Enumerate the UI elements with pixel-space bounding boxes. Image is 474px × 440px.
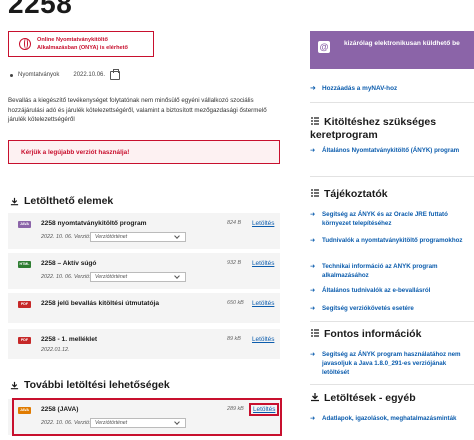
chevron-down-icon xyxy=(174,273,180,279)
sidebar-section-important: Fontos információk xyxy=(310,328,421,341)
sidebar-section-title: Tájékoztatók xyxy=(324,188,388,200)
download-icon xyxy=(310,392,320,402)
bullet-icon xyxy=(10,73,13,77)
sidebar-section-title: Letöltések - egyéb xyxy=(324,392,416,404)
downloads-title: Letölthető elemek xyxy=(24,195,114,207)
file-size: 89 kB xyxy=(227,336,241,342)
add-to-mynav-link[interactable]: ➜ Hozzáadás a myNAV-hoz xyxy=(310,73,474,103)
arrow-right-icon: ➜ xyxy=(310,263,316,270)
file-size: 650 kB xyxy=(227,300,244,306)
arrow-right-icon: ➜ xyxy=(310,287,316,294)
sidebar-section-title: Fontos információk xyxy=(324,328,422,340)
file-date: 2022.01.12. xyxy=(41,347,70,353)
divider xyxy=(310,176,474,177)
sidebar-link[interactable]: ➜ Segítség az ÁNYK program használatához… xyxy=(310,350,474,377)
arrow-right-icon: ➜ xyxy=(310,147,316,154)
download-icon xyxy=(10,381,19,389)
file-size: 824 B xyxy=(227,220,242,226)
sidebar-link[interactable]: ➜ Általános Nyomtatványkitöltő (ÁNYK) pr… xyxy=(310,146,474,164)
chevron-down-icon xyxy=(174,233,180,239)
file-type-badge: PDF xyxy=(18,301,31,308)
download-row: PDF 2258 - 1. melléklet 2022.01.12. 89 k… xyxy=(8,329,280,359)
sidebar-section-other-downloads: Letöltések - egyéb xyxy=(310,392,416,405)
sidebar-link[interactable]: ➜ Általános tudnivalók az e-bevallásról xyxy=(310,286,474,295)
download-row: JAVA 2258 nyomtatványkitöltő program 202… xyxy=(8,213,280,249)
sidebar-link[interactable]: ➜ Tudnivalók a nyomtatványkitöltő progra… xyxy=(310,236,474,254)
sidebar-section-title: Kitöltéshez szükséges keretprogram xyxy=(310,116,437,141)
arrow-right-icon: ➜ xyxy=(310,237,316,244)
sidebar-section-info: Tájékoztatók xyxy=(310,188,388,201)
sidebar-link-text: Segítség az ÁNYK program használatához n… xyxy=(322,351,461,376)
sidebar-link[interactable]: ➜ Technikai információ az ANYK program a… xyxy=(310,262,474,280)
arrow-right-icon: ➜ xyxy=(310,211,316,218)
file-type-badge: HTML xyxy=(18,261,31,268)
more-downloads-heading: További letöltési lehetőségek xyxy=(10,379,170,391)
file-type-badge: JAVA xyxy=(18,221,31,228)
download-icon xyxy=(10,197,19,205)
file-name: 2258 jelű bevallás kitöltési útmutatója xyxy=(41,300,159,307)
sidebar-link-text: Adatlapok, igazolások, meghatalmazásmint… xyxy=(322,415,457,422)
mynav-link-text: Hozzáadás a myNAV-hoz xyxy=(322,85,398,92)
list-check-icon xyxy=(310,116,320,126)
arrow-right-icon: ➜ xyxy=(310,85,316,92)
arrow-right-icon: ➜ xyxy=(310,305,316,312)
info-icon xyxy=(310,328,320,338)
globe-icon xyxy=(19,38,31,50)
divider xyxy=(310,321,474,322)
onya-notice-text: Online Nyomtatványkitöltő Alkalmazásban … xyxy=(37,37,128,51)
print-icon[interactable] xyxy=(110,69,120,80)
warning-box: Kérjük a legújabb verziót használja! xyxy=(8,140,280,164)
file-type-badge: PDF xyxy=(18,337,31,344)
download-link[interactable]: Letöltés xyxy=(252,260,274,267)
sidebar-link-text: Segítség verziókövetés esetére xyxy=(322,305,414,312)
divider xyxy=(310,384,474,385)
more-downloads-title: További letöltési lehetőségek xyxy=(24,379,170,391)
version-history-label: Verziótörténet xyxy=(95,234,128,240)
meta-category: Nyomtatványok xyxy=(18,72,60,78)
file-name: 2258 – Aktív súgó xyxy=(41,260,97,267)
version-history-label: Verziótörténet xyxy=(95,274,128,280)
meta-line: Nyomtatványok 2022.10.06. xyxy=(10,72,105,78)
at-sign-icon: @ xyxy=(318,41,330,53)
download-row: PDF 2258 jelű bevallás kitöltési útmutat… xyxy=(8,293,280,323)
sidebar-link-text: Tudnivalók a nyomtatványkitöltő programo… xyxy=(322,237,463,244)
download-link[interactable]: Letöltés xyxy=(252,336,274,343)
sidebar-link-text: Általános tudnivalók az e-bevallásról xyxy=(322,287,431,294)
highlight-frame xyxy=(12,398,282,436)
version-history-dropdown[interactable]: Verziótörténet xyxy=(90,272,186,282)
meta-date: 2022.10.06. xyxy=(73,72,106,78)
info-icon xyxy=(310,188,320,198)
warning-text: Kérjük a legújabb verziót használja! xyxy=(21,149,130,156)
page-title: 2258 xyxy=(8,0,73,19)
download-link[interactable]: Letöltés xyxy=(252,300,274,307)
arrow-right-icon: ➜ xyxy=(310,415,316,422)
file-name: 2258 - 1. melléklet xyxy=(41,336,98,343)
electronic-only-banner: @ kizárólag elektronikusan küldhető be xyxy=(310,31,474,69)
download-row: HTML 2258 – Aktív súgó 2022. 10. 06. Ver… xyxy=(8,253,280,289)
sidebar-link-text: Általános Nyomtatványkitöltő (ÁNYK) prog… xyxy=(322,147,460,154)
version-history-dropdown[interactable]: Verziótörténet xyxy=(90,232,186,242)
sidebar-link[interactable]: ➜ Segítség az ÁNYK és az Oracle JRE futt… xyxy=(310,210,474,228)
onya-availability-notice[interactable]: Online Nyomtatványkitöltő Alkalmazásban … xyxy=(8,31,154,57)
banner-text: kizárólag elektronikusan küldhető be xyxy=(344,40,460,47)
file-size: 932 B xyxy=(227,260,242,266)
download-link[interactable]: Letöltés xyxy=(252,220,274,227)
file-name: 2258 nyomtatványkitöltő program xyxy=(41,220,147,227)
sidebar-link[interactable]: ➜ Segítség verziókövetés esetére xyxy=(310,304,474,313)
sidebar-link-text: Segítség az ÁNYK és az Oracle JRE futtat… xyxy=(322,211,448,227)
form-description: Bevallás a kiegészítő tevékenységet foly… xyxy=(8,97,267,123)
arrow-right-icon: ➜ xyxy=(310,351,316,358)
downloads-heading: Letölthető elemek xyxy=(10,195,113,207)
sidebar-link-text: Technikai információ az ANYK program alk… xyxy=(322,263,438,279)
sidebar-section-framework: Kitöltéshez szükséges keretprogram xyxy=(310,116,474,142)
sidebar-link[interactable]: ➜ Adatlapok, igazolások, meghatalmazásmi… xyxy=(310,414,474,432)
